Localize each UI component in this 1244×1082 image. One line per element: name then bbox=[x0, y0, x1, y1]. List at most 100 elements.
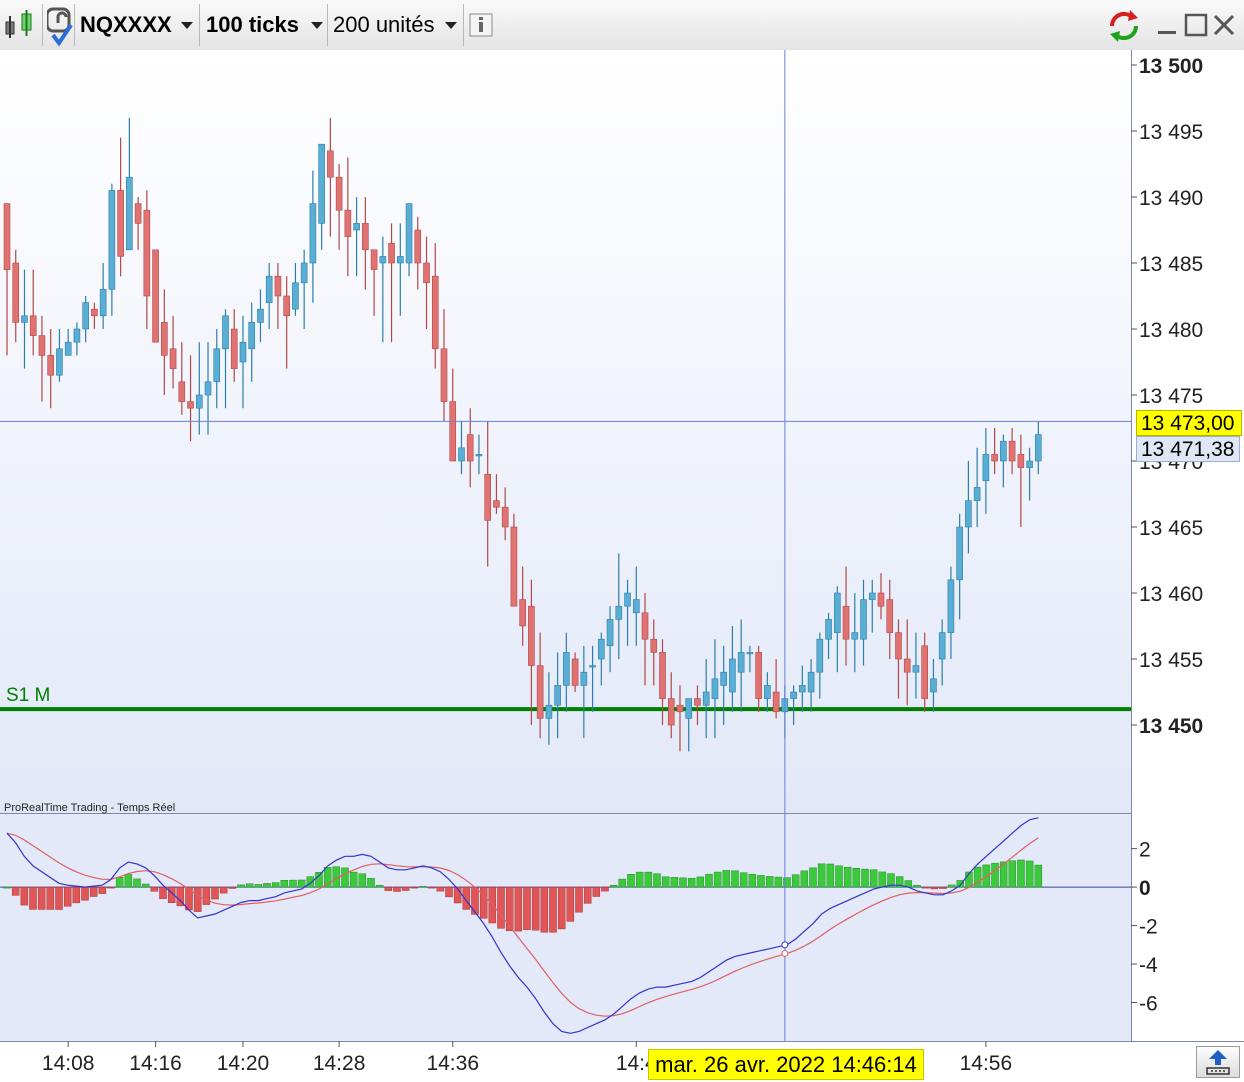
maximize-icon[interactable] bbox=[1184, 13, 1208, 42]
histogram-bar bbox=[939, 886, 947, 889]
crosshair-macd-marker bbox=[781, 941, 789, 949]
histogram-bar bbox=[133, 878, 141, 888]
candle-body bbox=[73, 328, 81, 343]
histogram-bar bbox=[497, 886, 505, 929]
indicator-title: ProRealTime Trading - Temps Réel bbox=[4, 802, 175, 814]
candle-body bbox=[965, 500, 972, 528]
histogram-bar bbox=[531, 886, 540, 931]
chevron-down-icon[interactable] bbox=[311, 22, 323, 29]
candle-body bbox=[117, 190, 124, 257]
info-icon[interactable] bbox=[469, 13, 493, 42]
histogram-bar bbox=[705, 873, 713, 888]
candle-body bbox=[877, 592, 885, 607]
indicator-tick-label: -4 bbox=[1139, 954, 1158, 977]
close-icon[interactable] bbox=[1212, 13, 1236, 42]
candle-body bbox=[134, 203, 142, 224]
refresh-icon[interactable] bbox=[1104, 8, 1144, 49]
price-tick-label: 13 460 bbox=[1139, 583, 1203, 606]
time-tick-label: 14:08 bbox=[42, 1052, 95, 1075]
histogram-bar bbox=[1025, 860, 1034, 888]
candle-body bbox=[484, 473, 492, 521]
histogram-bar bbox=[289, 879, 297, 888]
chart-canvas[interactable]: 13 50013 49513 49013 48513 48013 47513 4… bbox=[0, 50, 1244, 1080]
candle-body bbox=[169, 348, 177, 369]
histogram-bar bbox=[549, 886, 557, 933]
candle-body bbox=[475, 454, 483, 457]
chevron-down-icon[interactable] bbox=[181, 22, 193, 29]
candle-body bbox=[56, 348, 63, 376]
histogram-bar bbox=[514, 886, 523, 932]
price-panel bbox=[0, 50, 1131, 813]
candle-body bbox=[510, 526, 518, 607]
histogram-bar bbox=[947, 884, 956, 888]
candle-body bbox=[239, 341, 247, 363]
histogram-bar bbox=[878, 871, 887, 888]
candle-body bbox=[38, 335, 46, 356]
candle-body bbox=[737, 652, 745, 673]
histogram-bar bbox=[150, 886, 159, 892]
candle-body bbox=[641, 612, 649, 640]
candle-body bbox=[204, 381, 212, 396]
chevron-down-icon[interactable] bbox=[445, 22, 457, 29]
candle-body bbox=[606, 619, 614, 647]
time-tick-label: 14:28 bbox=[313, 1052, 366, 1075]
candle-body bbox=[536, 665, 544, 719]
histogram-bar bbox=[739, 872, 748, 888]
candle-body bbox=[335, 176, 343, 211]
minimize-icon[interactable] bbox=[1156, 14, 1178, 41]
candlestick-icon[interactable] bbox=[4, 8, 38, 47]
candle-body bbox=[379, 256, 387, 264]
histogram-bar bbox=[861, 868, 869, 888]
last-price-label: 13 471,38 bbox=[1136, 436, 1240, 462]
histogram-bar bbox=[1008, 860, 1017, 888]
candle-body bbox=[362, 223, 369, 251]
price-tick-label: 13 475 bbox=[1139, 385, 1203, 408]
alert-check-icon[interactable] bbox=[45, 5, 75, 52]
histogram-bar bbox=[263, 883, 271, 888]
histogram-bar bbox=[731, 870, 739, 888]
candle-body bbox=[99, 289, 107, 317]
histogram-bar bbox=[427, 886, 436, 889]
candle-body bbox=[685, 698, 693, 719]
price-tick-label: 13 500 bbox=[1139, 55, 1203, 78]
candle-body bbox=[947, 579, 955, 633]
price-tick-label: 13 480 bbox=[1139, 319, 1203, 342]
histogram-bar bbox=[670, 877, 679, 888]
scroll-to-latest-button[interactable] bbox=[1196, 1046, 1240, 1078]
interval-selector[interactable]: 100 ticks bbox=[206, 12, 299, 38]
units-selector[interactable]: 200 unités bbox=[333, 12, 435, 38]
price-tick-label: 13 490 bbox=[1139, 187, 1203, 210]
histogram-bar bbox=[713, 871, 722, 888]
histogram-bar bbox=[653, 873, 661, 888]
histogram-bar bbox=[107, 886, 115, 889]
histogram-bar bbox=[89, 886, 98, 897]
candle-body bbox=[126, 176, 133, 251]
crosshair-date-label: mar. 26 avr. 2022 14:46:14 bbox=[648, 1049, 924, 1080]
candle-body bbox=[21, 315, 28, 323]
candle-body bbox=[195, 394, 203, 409]
histogram-bar bbox=[72, 886, 81, 904]
candle-body bbox=[501, 506, 509, 528]
indicator-tick-label: 2 bbox=[1139, 839, 1151, 862]
candle-body bbox=[29, 315, 37, 336]
candle-body bbox=[1026, 460, 1033, 468]
histogram-bar bbox=[141, 883, 150, 888]
candle-body bbox=[292, 282, 299, 310]
histogram-bar bbox=[219, 886, 228, 894]
instrument-selector[interactable]: NQXXXX bbox=[80, 12, 172, 38]
histogram-bar bbox=[791, 874, 800, 888]
histogram-bar bbox=[271, 882, 280, 888]
candle-body bbox=[1000, 440, 1007, 462]
candle-body bbox=[3, 203, 11, 270]
histogram-bar bbox=[869, 869, 878, 888]
candle bbox=[510, 513, 518, 607]
histogram-bar bbox=[627, 873, 635, 888]
candle-body bbox=[842, 605, 850, 640]
histogram-bar bbox=[661, 876, 670, 888]
histogram-bar bbox=[913, 885, 921, 888]
candle-body bbox=[370, 249, 378, 270]
histogram-bar bbox=[358, 873, 367, 888]
candle-body bbox=[702, 691, 710, 706]
candle-body bbox=[790, 691, 797, 699]
candle-body bbox=[571, 658, 579, 686]
